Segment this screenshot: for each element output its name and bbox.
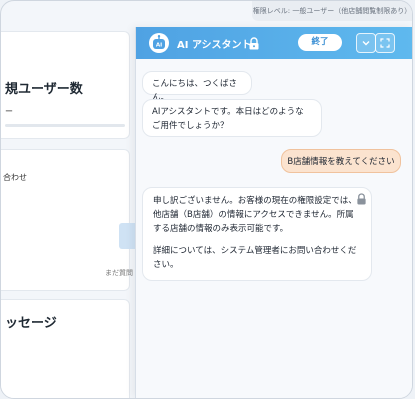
messages-card: ッセージ (1, 299, 130, 398)
chat-header: AI AI アシスタント 終了 (136, 27, 412, 59)
lock-icon (249, 37, 259, 50)
lock-icon (357, 193, 366, 205)
assistant-message: こんにちは、つくばさん。 (142, 71, 252, 103)
chat-title: AI アシスタント (177, 40, 252, 51)
chevron-down-icon (362, 41, 370, 46)
app-frame: 規ユーザー数 ー 合わせ まだ質問 ッセージ 権限レベル: 一般ユーザー（他店舗… (0, 0, 413, 399)
inquiries-empty-text: まだ質問 (105, 269, 133, 277)
minimize-button[interactable] (356, 33, 376, 53)
assistant-message: 申し訳ございません。お客様の現在の権限設定では、他店舗（B店舗）の情報にアクセス… (142, 187, 372, 281)
permission-level-bar: 権限レベル: 一般ユーザー（他店舗閲覧制限あり） (252, 1, 412, 21)
ai-assistant-panel: AI AI アシスタント 終了 こんにちは、つくばさん。 AIアシスタントです。… (135, 27, 412, 398)
messages-title: ッセージ (5, 316, 57, 331)
divider (5, 124, 125, 127)
robot-label: AI (156, 43, 162, 49)
inquiries-label: 合わせ (3, 173, 27, 182)
contact-admin-text: 詳細については、システム管理者にお問い合わせください。 (153, 246, 357, 270)
denial-text: 申し訳ございません。お客様の現在の権限設定では、他店舗（B店舗）の情報にアクセス… (153, 196, 357, 234)
user-message: B店舗情報を教えてください (281, 149, 401, 173)
end-chat-button[interactable]: 終了 (298, 34, 342, 51)
expand-icon (380, 38, 390, 48)
new-users-card: 規ユーザー数 ー (1, 31, 130, 139)
robot-icon: AI (149, 33, 169, 53)
assistant-message: AIアシスタントです。本日はどのようなご用件でしょうか？ (142, 99, 322, 137)
inquiries-card: 合わせ まだ質問 (1, 149, 133, 291)
expand-button[interactable] (375, 33, 395, 53)
new-users-sub: ー (5, 107, 13, 116)
new-users-title: 規ユーザー数 (5, 82, 83, 97)
